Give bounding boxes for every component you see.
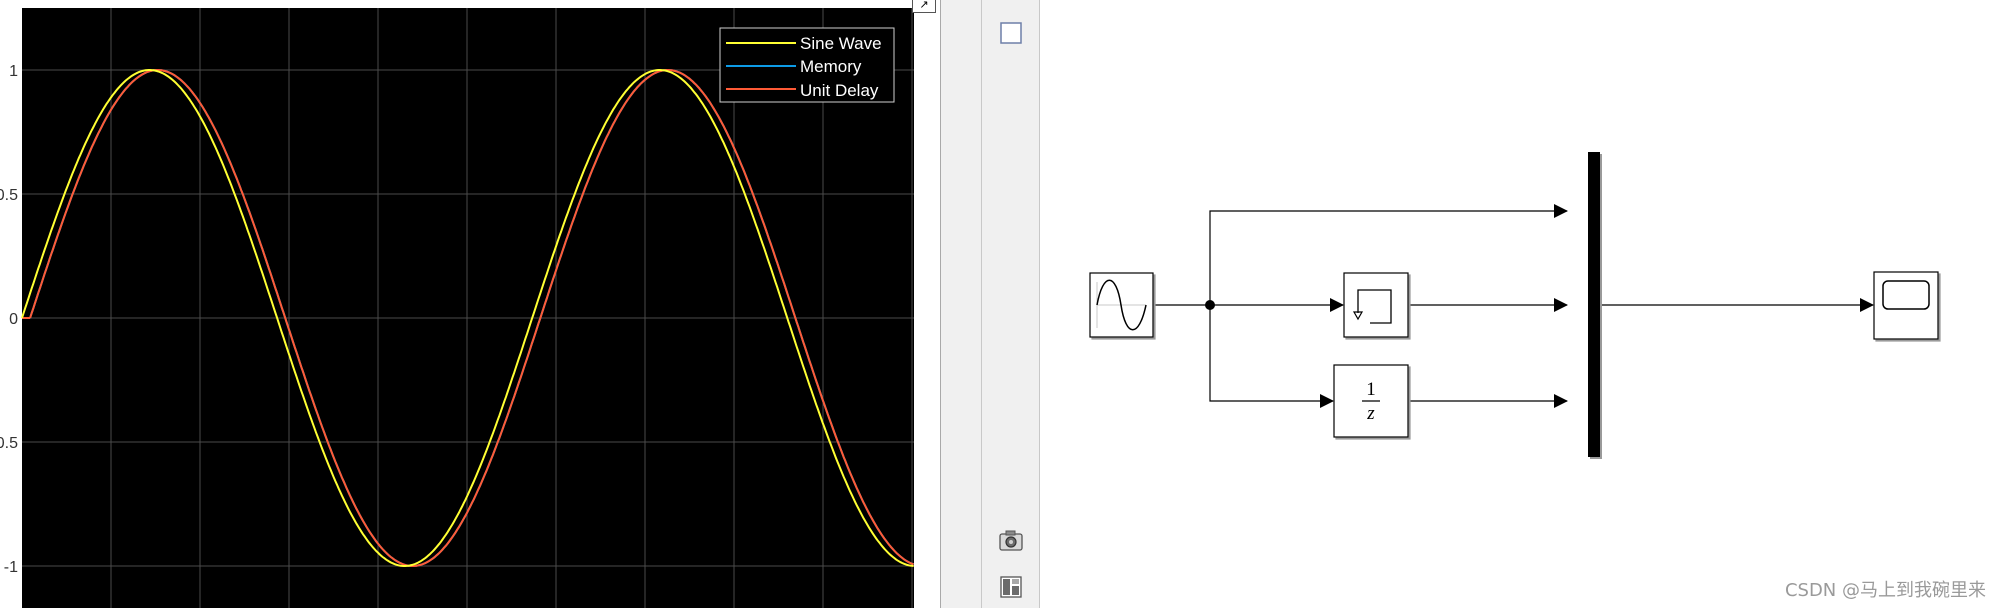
scope-block[interactable] bbox=[1873, 271, 1939, 340]
unit-delay-numerator: 1 bbox=[1366, 379, 1376, 400]
legend-label-unit-delay: Unit Delay bbox=[800, 81, 879, 100]
model-canvas[interactable]: 1 z bbox=[1041, 0, 2000, 608]
legend: Sine Wave Memory Unit Delay bbox=[719, 27, 895, 103]
y-tick-label: 0.5 bbox=[0, 187, 18, 204]
watermark: CSDN @马上到我碗里来 bbox=[1784, 580, 1986, 601]
y-tick-label: 1 bbox=[9, 63, 18, 80]
restore-view-button[interactable]: ↗ bbox=[912, 0, 936, 13]
sine-wave-block[interactable] bbox=[1089, 272, 1154, 338]
mux-block[interactable] bbox=[1588, 152, 1600, 457]
unit-delay-block[interactable]: 1 z bbox=[1333, 364, 1409, 438]
layout-icon[interactable] bbox=[998, 574, 1024, 600]
camera-icon[interactable] bbox=[998, 528, 1024, 554]
toolstrip bbox=[940, 0, 1040, 608]
model-diagram: 1 z bbox=[1089, 152, 1939, 457]
memory-block[interactable] bbox=[1343, 272, 1409, 338]
unit-delay-denominator: z bbox=[1366, 403, 1375, 424]
scope-screen-icon bbox=[1882, 280, 1930, 310]
scope-plot: 1 0.5 0 -0.5 -1 Sine Wave Memory Unit Delay bbox=[0, 0, 940, 608]
legend-label-sine-wave: Sine Wave bbox=[800, 34, 882, 53]
signal-lines bbox=[1153, 204, 1874, 408]
y-tick-label: 0 bbox=[9, 311, 18, 328]
toolstrip-divider bbox=[981, 0, 982, 608]
sine-to-delay-line[interactable] bbox=[1209, 305, 1334, 408]
branch-point bbox=[1205, 300, 1215, 310]
scope-window: 10.50-0.5-1 Sine Wave Memory Unit Delay … bbox=[0, 0, 940, 608]
y-tick-label: -0.5 bbox=[0, 435, 18, 452]
legend-label-memory: Memory bbox=[800, 57, 862, 76]
y-tick-label: -1 bbox=[4, 559, 18, 576]
square-icon[interactable] bbox=[998, 20, 1024, 46]
